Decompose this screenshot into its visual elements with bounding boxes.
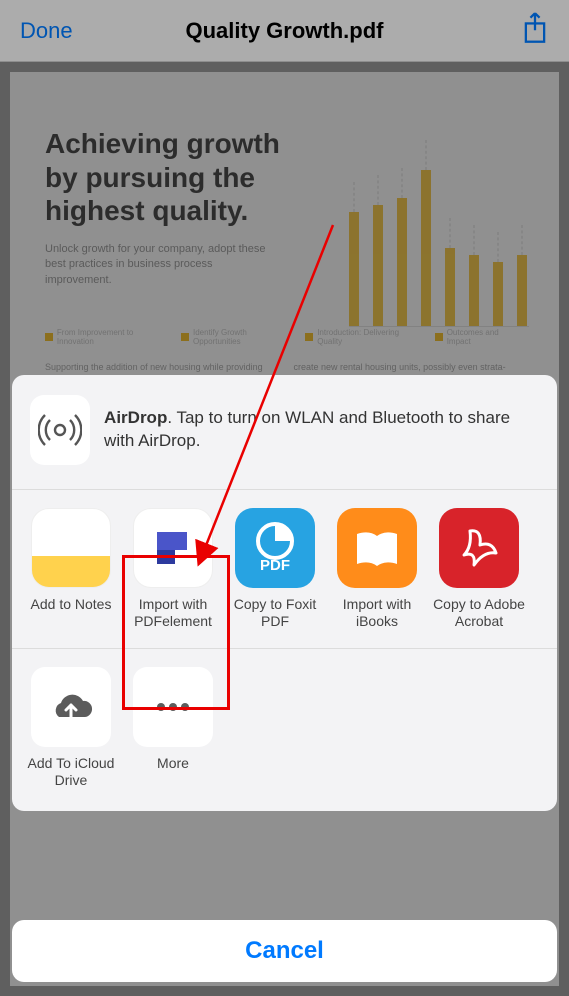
pdfelement-icon (133, 508, 213, 588)
app-label: Copy to Adobe Acrobat (432, 596, 526, 630)
cancel-button[interactable]: Cancel (12, 920, 557, 982)
action-label: More (157, 755, 189, 789)
action-more[interactable]: More (126, 667, 220, 789)
app-acrobat[interactable]: Copy to Adobe Acrobat (432, 508, 526, 630)
notes-icon (31, 508, 111, 588)
airdrop-icon (30, 395, 90, 465)
cloud-upload-icon (31, 667, 111, 747)
foxit-icon: PDF (235, 508, 315, 588)
app-foxit[interactable]: PDF Copy to Foxit PDF (228, 508, 322, 630)
app-add-to-notes[interactable]: Add to Notes (24, 508, 118, 630)
airdrop-bold: AirDrop (104, 408, 167, 427)
app-more-peek[interactable]: I (534, 508, 557, 630)
app-pdfelement[interactable]: Import with PDFelement (126, 508, 220, 630)
acrobat-icon (439, 508, 519, 588)
share-sheet: AirDrop. Tap to turn on WLAN and Bluetoo… (12, 375, 557, 811)
app-ibooks[interactable]: Import with iBooks (330, 508, 424, 630)
airdrop-text: AirDrop. Tap to turn on WLAN and Bluetoo… (104, 407, 539, 453)
action-label: Add To iCloud Drive (24, 755, 118, 789)
share-apps-row[interactable]: Add to Notes Import with PDFelement PDF … (12, 490, 557, 649)
share-actions-row[interactable]: Add To iCloud Drive More (12, 649, 557, 811)
app-label: Copy to Foxit PDF (228, 596, 322, 630)
app-label: Import with iBooks (330, 596, 424, 630)
more-icon (133, 667, 213, 747)
app-label: Import with PDFelement (126, 596, 220, 630)
airdrop-row[interactable]: AirDrop. Tap to turn on WLAN and Bluetoo… (12, 375, 557, 490)
action-icloud-drive[interactable]: Add To iCloud Drive (24, 667, 118, 789)
ibooks-icon (337, 508, 417, 588)
svg-text:PDF: PDF (260, 557, 290, 574)
app-label: Add to Notes (31, 596, 112, 630)
